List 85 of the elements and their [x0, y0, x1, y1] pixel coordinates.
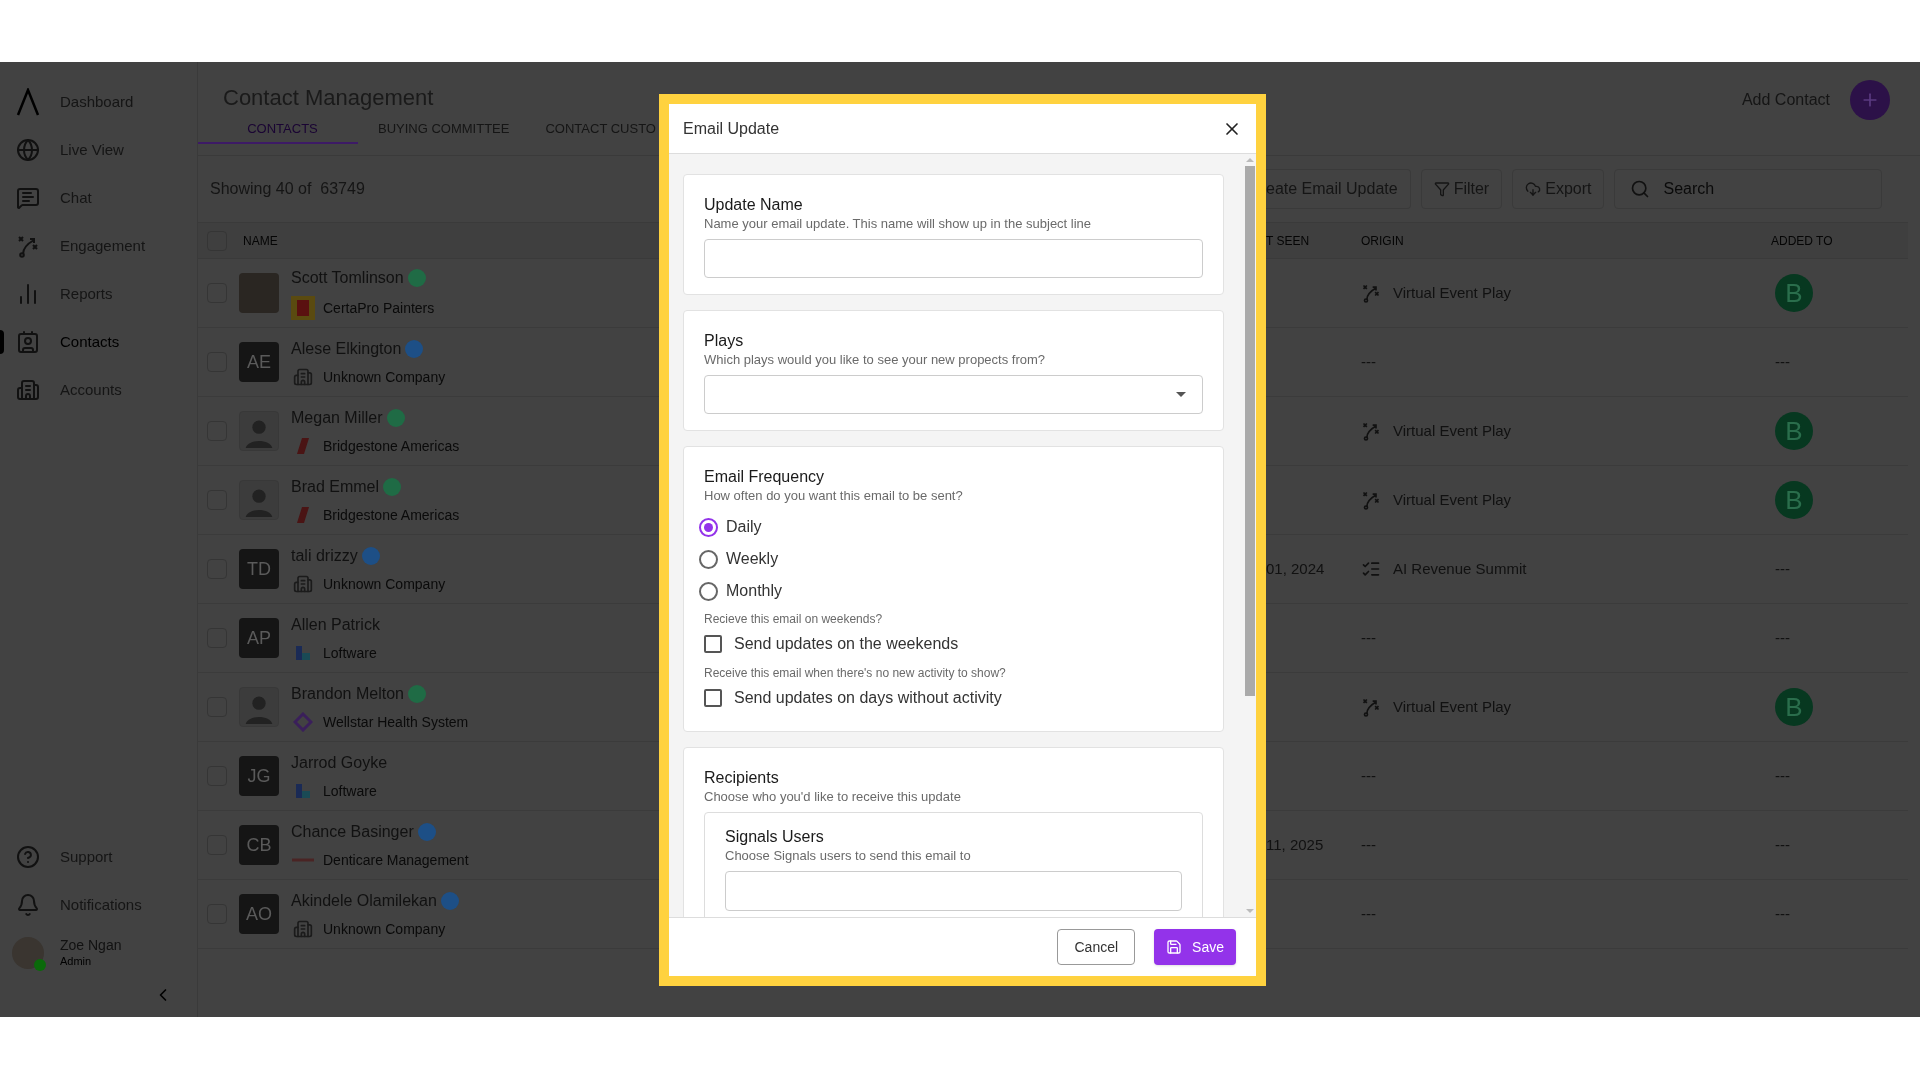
text-field[interactable]: [704, 239, 1203, 278]
company-name: Unknown Company: [323, 574, 446, 594]
empty-value: ---: [1775, 629, 1790, 646]
empty-value: ---: [1775, 905, 1790, 922]
radio-option[interactable]: Monthly: [699, 575, 1203, 607]
empty-value: ---: [1775, 560, 1790, 577]
user-role: Admin: [60, 954, 93, 969]
select-field[interactable]: [704, 375, 1203, 414]
column-header: ADDED TO: [1771, 232, 1834, 250]
company-name: Loftware: [323, 643, 377, 663]
building-icon: [293, 919, 313, 939]
photo-placeholder: [239, 273, 279, 313]
company-logo-icon: [293, 712, 313, 732]
section-title: Recipients: [704, 768, 780, 788]
section-title: Update Name: [704, 195, 804, 215]
avatar-initials: TD: [239, 549, 279, 589]
company-name: CertaPro Painters: [323, 298, 435, 318]
add-button[interactable]: [1850, 80, 1890, 120]
play-diagram-icon: [16, 234, 40, 258]
avatar-silhouette-icon: [239, 687, 279, 727]
building-icon: [293, 367, 313, 387]
company-name: Wellstar Health System: [323, 712, 469, 732]
event-list-icon: [1361, 559, 1381, 579]
user-avatar: [12, 937, 44, 969]
building-icon: [16, 378, 40, 402]
origin-text: ---: [1361, 903, 1376, 924]
save-button[interactable]: Save: [1154, 929, 1236, 965]
empty-value: ---: [1775, 353, 1790, 370]
company-logo-icon: [295, 645, 311, 661]
globe-search-icon: [16, 138, 40, 162]
column-header: T SEEN: [1266, 232, 1311, 250]
save-icon: [1166, 939, 1183, 955]
logo-icon: [16, 88, 40, 116]
search-icon: [1630, 179, 1651, 199]
help-icon: [16, 845, 40, 869]
checkbox-option[interactable]: Send updates on the weekends: [704, 627, 1203, 661]
avatar-initials: CB: [239, 825, 279, 865]
company-name: Denticare Management: [323, 850, 469, 870]
section-description: Which plays would you like to see your new propects from?: [704, 351, 1047, 369]
column-header: ORIGIN: [1361, 232, 1405, 250]
company-name: Loftware: [323, 781, 377, 801]
filter-icon: [1433, 181, 1450, 197]
avatar-initials: AP: [239, 618, 279, 658]
company-name: Unknown Company: [323, 367, 446, 387]
empty-value: ---: [1775, 836, 1790, 853]
avatar-silhouette-icon: [239, 480, 279, 520]
cloud-download-icon: [1525, 181, 1542, 197]
section-description: How often do you want this email to be sent?: [704, 487, 964, 505]
caret-icon: [1176, 392, 1186, 397]
option-question: Receive this email when there's no new activity to show?: [704, 665, 1007, 681]
sub-section-title: Signals Users: [725, 827, 825, 847]
radio-option[interactable]: Weekly: [699, 543, 1203, 575]
origin-text: ---: [1361, 351, 1376, 372]
company-logo-icon: [295, 783, 311, 799]
origin-text: ---: [1361, 834, 1376, 855]
chat-icon: [16, 186, 40, 210]
avatar-initials: JG: [239, 756, 279, 796]
cancel-button[interactable]: Cancel: [1057, 929, 1136, 965]
search-field[interactable]: Search: [1614, 169, 1883, 209]
avatar-initials: AO: [239, 894, 279, 934]
avatar-initials: AE: [239, 342, 279, 382]
dialog-title: Email Update: [683, 118, 780, 139]
company-logo-icon: [291, 296, 315, 320]
company-name: Bridgestone Americas: [323, 505, 460, 525]
column-header: NAME: [243, 232, 278, 250]
avatar-silhouette-icon: [239, 411, 279, 451]
section-description: Name your email update. This name will show up in the subject line: [704, 215, 1093, 233]
sub-section-description: Choose Signals users to send this email to: [725, 847, 972, 865]
origin-text: ---: [1361, 765, 1376, 786]
section-title: Email Frequency: [704, 467, 826, 487]
tab[interactable]: CONTACTS: [198, 115, 358, 144]
company-name: Bridgestone Americas: [323, 436, 460, 456]
origin-text: ---: [1361, 627, 1376, 648]
sidebar-item[interactable]: Contacts: [0, 318, 197, 366]
company-name: Unknown Company: [323, 919, 446, 939]
contact-card-icon: [16, 330, 40, 354]
empty-value: ---: [1775, 767, 1790, 784]
section-description: Choose who you'd like to receive this update: [704, 788, 962, 806]
section-title: Plays: [704, 331, 745, 351]
select-field[interactable]: [725, 871, 1182, 911]
building-icon: [293, 574, 313, 594]
bell-icon: [16, 893, 40, 917]
radio-option[interactable]: Daily: [699, 511, 1203, 543]
option-question: Recieve this email on weekends?: [704, 611, 884, 627]
checkbox-option[interactable]: Send updates on days without activity: [704, 681, 1203, 715]
